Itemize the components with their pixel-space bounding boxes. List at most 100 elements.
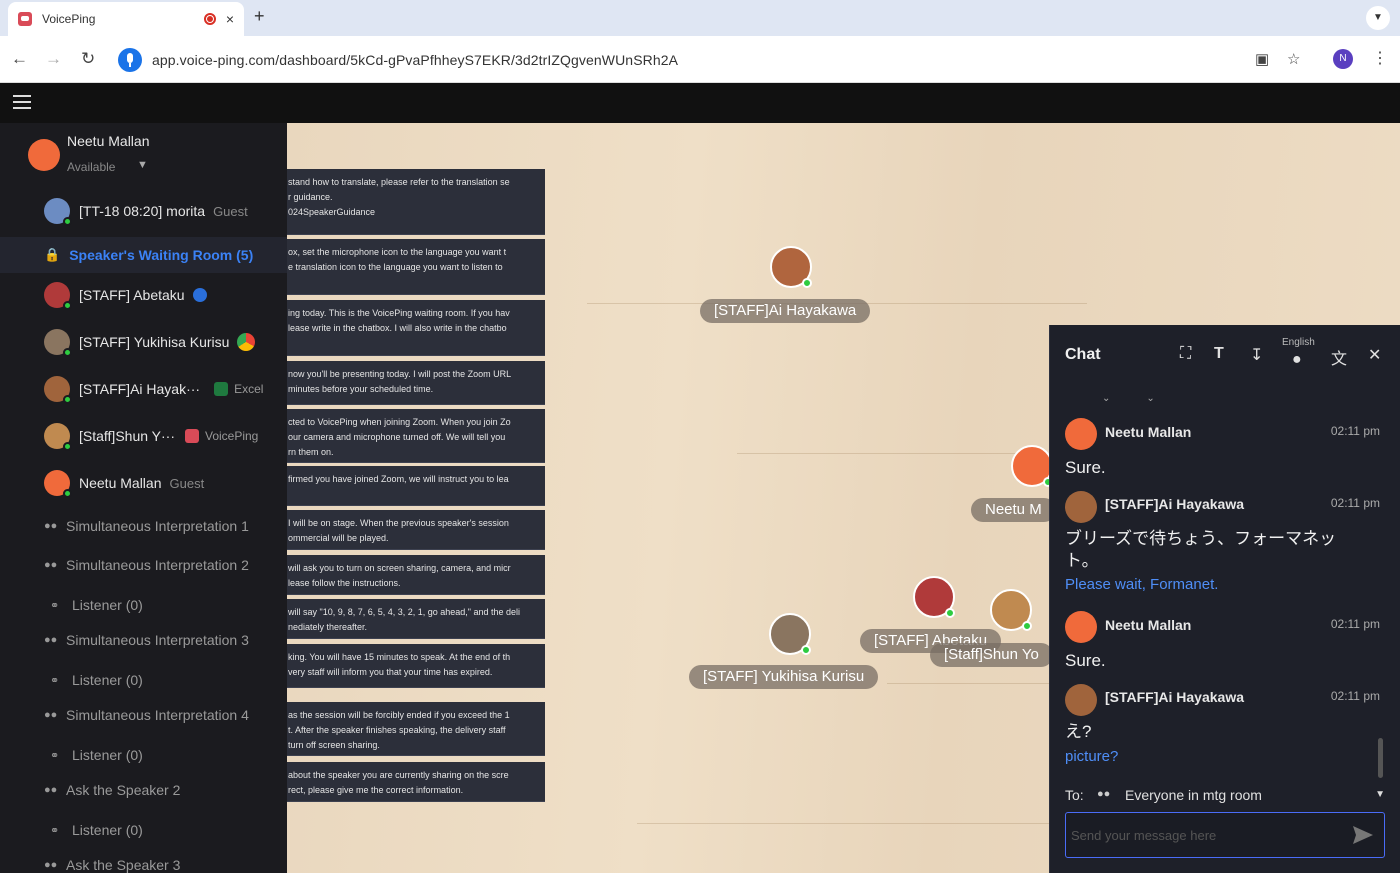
sidebar-item-ask-the-speaker-3[interactable]: ●● Ask the Speaker 3 (0, 849, 287, 873)
sidebar-user-row[interactable]: Neetu Mallan Guest (0, 467, 287, 499)
group-name: Simultaneous Interpretation 1 (66, 518, 249, 534)
sidebar-item-simultaneous-interpretation-4[interactable]: ●● Simultaneous Interpretation 4 (0, 699, 287, 731)
back-arrow-icon[interactable]: ← (11, 49, 28, 69)
ear-icon: ⚭ (50, 824, 60, 837)
message-time: 02:11 pm (1330, 617, 1380, 631)
close-icon[interactable]: ✕ (1368, 345, 1381, 365)
reload-icon[interactable]: ↻ (81, 49, 95, 69)
omnibox[interactable]: app.voice-ping.com/dashboard/5kCd-gPvaPf… (112, 44, 1316, 75)
more-vert-icon[interactable]: ⋮ (1372, 48, 1388, 68)
mic-icon[interactable]: ● (1292, 351, 1302, 369)
sidebar-item-listener[interactable]: ⚭ Listener (0) (0, 589, 287, 621)
user-name: [STAFF] Abetaku (79, 287, 185, 303)
send-icon[interactable] (1352, 825, 1374, 845)
avatar (44, 423, 72, 451)
recipient-selector[interactable]: To: ●● Everyone in mtg room ▼ (1065, 787, 1385, 807)
group-name: Simultaneous Interpretation 4 (66, 707, 249, 723)
url-text[interactable]: app.voice-ping.com/dashboard/5kCd-gPvaPf… (152, 52, 678, 68)
message-text: ブリーズで待ちょう、フォーマネット。 (1065, 529, 1337, 570)
sidebar-item-speakers-waiting-room[interactable]: 🔒 Speaker's Waiting Room (5) (0, 237, 287, 273)
avatar-abetaku[interactable] (913, 576, 955, 618)
app-top-bar (0, 84, 1400, 123)
avatar-neetu-mallan[interactable] (1011, 445, 1053, 487)
sidebar-item-listener[interactable]: ⚭ Listener (0) (0, 664, 287, 696)
guest-tag: Guest (169, 475, 205, 491)
avatar (1065, 418, 1097, 450)
user-name: [STAFF]Ai Hayak··· (79, 381, 201, 397)
note-card: now you'll be presenting today. I will p… (287, 361, 545, 405)
group-name: Listener (0) (72, 822, 143, 838)
status-dropdown-icon[interactable]: ▼ (137, 159, 148, 171)
ear-icon: ⚭ (50, 599, 60, 612)
cast-icon[interactable]: ▣ (1255, 50, 1269, 68)
group-icon: ●● (44, 859, 58, 871)
guest-tag: Guest (213, 203, 248, 219)
note-card: will say "10, 9, 8, 7, 6, 5, 4, 3, 2, 1,… (287, 599, 545, 639)
sidebar-user-row[interactable]: [STAFF] Yukihisa Kurisu (0, 326, 287, 358)
tab-search-chevron-icon[interactable]: ▼ (1366, 6, 1390, 30)
message-input[interactable] (1071, 825, 1331, 845)
recipient-value: Everyone in mtg room (1125, 787, 1262, 803)
note-card: firmed you have joined Zoom, we will ins… (287, 466, 545, 506)
new-tab-button[interactable]: + (254, 6, 265, 27)
message-translation: Please wait, Formanet. (1065, 576, 1219, 593)
message-text: Sure. (1065, 458, 1106, 477)
text-size-icon[interactable]: T (1214, 345, 1224, 363)
user-name: [STAFF] Yukihisa Kurisu (79, 334, 230, 350)
fullscreen-icon[interactable]: ⛶ (1180, 345, 1191, 363)
avatar (44, 282, 72, 310)
group-icon: ●● (44, 520, 58, 532)
chevron-down-icon[interactable]: ▼ (1375, 789, 1385, 800)
browser-tab[interactable]: VoicePing × (8, 2, 244, 36)
mic-icon[interactable] (118, 47, 142, 72)
my-avatar[interactable] (28, 139, 60, 171)
group-icon: ●● (1097, 788, 1111, 800)
avatar-yukihisa-kurisu[interactable] (769, 613, 811, 655)
star-icon[interactable]: ☆ (1287, 50, 1300, 68)
my-status[interactable]: Available (67, 160, 115, 174)
sidebar-item-ask-the-speaker-2[interactable]: ●● Ask the Speaker 2 (0, 774, 287, 806)
participant-label: [STAFF]Ai Hayakawa (700, 299, 871, 323)
message-composer[interactable] (1065, 812, 1385, 858)
group-icon: ●● (44, 634, 58, 646)
avatar (1065, 684, 1097, 716)
voiceping-icon (184, 429, 199, 443)
browser-tab-bar: VoicePing × + ▼ (0, 0, 1400, 36)
user-name: [Staff]Shun Y··· (79, 428, 175, 444)
sidebar-item-listener[interactable]: ⚭ Listener (0) (0, 814, 287, 846)
sidebar-item-simultaneous-interpretation-2[interactable]: ●● Simultaneous Interpretation 2 (0, 549, 287, 581)
ear-icon: ⚭ (50, 674, 60, 687)
note-card: about the speaker you are currently shar… (287, 762, 545, 802)
note-card: will ask you to turn on screen sharing, … (287, 555, 545, 595)
avatar-ai-hayakawa[interactable] (770, 246, 812, 288)
app-status-icon (192, 288, 207, 302)
note-card: ing today. This is the VoicePing waiting… (287, 300, 545, 356)
user-name: Neetu Mallan (79, 475, 162, 491)
menu-icon[interactable] (13, 95, 31, 111)
sidebar-user-row[interactable]: [TT-18 08:20] morita Guest (0, 195, 287, 227)
sidebar-user-row[interactable]: [STAFF] Abetaku (0, 279, 287, 311)
app-name: VoicePing (204, 429, 259, 443)
translate-icon[interactable]: 文 (1331, 345, 1347, 369)
avatar-shun[interactable] (990, 589, 1032, 631)
sidebar-item-simultaneous-interpretation-3[interactable]: ●● Simultaneous Interpretation 3 (0, 624, 287, 656)
message-translation: picture? (1065, 748, 1119, 765)
participant-label: Neetu M (971, 498, 1056, 522)
note-card: as the session will be forcibly ended if… (287, 702, 545, 756)
tab-close-icon[interactable]: × (226, 11, 234, 27)
sidebar-user-row[interactable]: [Staff]Shun Y··· VoicePing (0, 420, 287, 452)
sidebar: Neetu Mallan Available ▼ [TT-18 08:20] m… (0, 123, 287, 873)
forward-arrow-icon[interactable]: → (45, 49, 62, 69)
profile-avatar[interactable]: N (1333, 49, 1353, 69)
recording-icon (203, 13, 216, 25)
group-name: Listener (0) (72, 747, 143, 763)
sidebar-user-row[interactable]: [STAFF]Ai Hayak··· Excel (0, 373, 287, 405)
group-icon: ●● (44, 709, 58, 721)
download-icon[interactable]: ↧ (1250, 345, 1263, 365)
chat-scrollbar[interactable] (1378, 738, 1383, 778)
user-name: [TT-18 08:20] morita (79, 203, 206, 219)
sidebar-item-simultaneous-interpretation-1[interactable]: ●● Simultaneous Interpretation 1 (0, 510, 287, 542)
sidebar-item-listener[interactable]: ⚭ Listener (0) (0, 739, 287, 771)
group-name: Simultaneous Interpretation 3 (66, 632, 249, 648)
avatar (1065, 611, 1097, 643)
